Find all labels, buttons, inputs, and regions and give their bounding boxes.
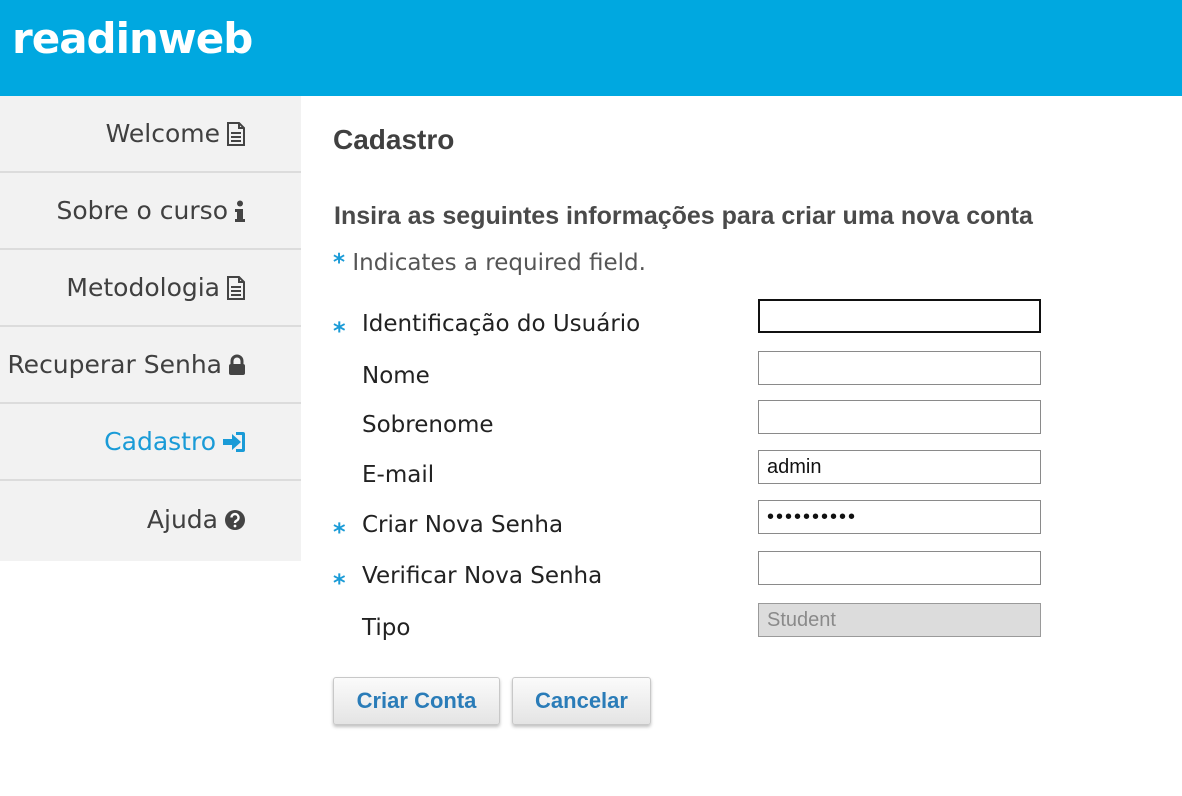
field-row-tipo: Tipo bbox=[333, 603, 1053, 655]
field-row-sobrenome: Sobrenome bbox=[333, 400, 1053, 452]
sidebar-item-label: Recuperar Senha bbox=[7, 350, 222, 379]
required-star: * bbox=[333, 317, 346, 345]
required-note: * Indicates a required field. bbox=[333, 250, 646, 276]
document-icon bbox=[226, 121, 246, 146]
sidebar-item-ajuda[interactable]: Ajuda bbox=[0, 481, 301, 558]
required-star: * bbox=[333, 569, 346, 597]
form-subtitle: Insira as seguintes informações para cri… bbox=[334, 202, 1033, 230]
field-row-nome: Nome bbox=[333, 351, 1053, 403]
sidebar-item-label: Metodologia bbox=[66, 273, 220, 302]
create-account-button[interactable]: Criar Conta bbox=[333, 677, 500, 725]
sidebar-item-label: Welcome bbox=[105, 119, 220, 148]
readinweb-logo[interactable]: readinweb bbox=[12, 14, 253, 63]
verify-password-label: Verificar Nova Senha bbox=[362, 563, 603, 589]
nome-label: Nome bbox=[362, 363, 430, 389]
sobrenome-input[interactable] bbox=[758, 400, 1041, 434]
cancel-button[interactable]: Cancelar bbox=[512, 677, 651, 725]
email-input[interactable] bbox=[758, 450, 1041, 484]
nome-input[interactable] bbox=[758, 351, 1041, 385]
field-row-email: E-mail bbox=[333, 450, 1053, 502]
sidebar: Welcome Sobre o curso Metodologia Recupe… bbox=[0, 96, 301, 561]
info-icon bbox=[234, 200, 246, 222]
email-label: E-mail bbox=[362, 462, 435, 488]
sidebar-item-metodologia[interactable]: Metodologia bbox=[0, 250, 301, 327]
page-title: Cadastro bbox=[333, 124, 455, 155]
user-id-input[interactable] bbox=[758, 299, 1041, 333]
field-row-user-id: * Identificação do Usuário bbox=[333, 299, 1053, 351]
verify-password-input[interactable] bbox=[758, 551, 1041, 585]
sidebar-item-cadastro[interactable]: Cadastro bbox=[0, 404, 301, 481]
sidebar-item-label: Cadastro bbox=[104, 427, 216, 456]
field-row-verify-password: * Verificar Nova Senha bbox=[333, 551, 1053, 603]
sidebar-item-sobre[interactable]: Sobre o curso bbox=[0, 173, 301, 250]
new-password-input[interactable] bbox=[758, 500, 1041, 534]
new-password-label: Criar Nova Senha bbox=[362, 512, 564, 538]
sidebar-item-welcome[interactable]: Welcome bbox=[0, 96, 301, 173]
question-circle-icon bbox=[224, 509, 246, 531]
sobrenome-label: Sobrenome bbox=[362, 412, 494, 438]
tipo-input bbox=[758, 603, 1041, 637]
sign-in-icon bbox=[222, 431, 246, 453]
required-star: * bbox=[333, 250, 346, 276]
user-id-label: Identificação do Usuário bbox=[362, 311, 641, 337]
top-bar: readinweb bbox=[0, 0, 1182, 96]
tipo-label: Tipo bbox=[362, 615, 411, 641]
required-note-text: Indicates a required field. bbox=[352, 250, 646, 276]
required-star: * bbox=[333, 518, 346, 546]
document-icon bbox=[226, 275, 246, 300]
sidebar-item-label: Sobre o curso bbox=[56, 196, 228, 225]
sidebar-item-recuperar-senha[interactable]: Recuperar Senha bbox=[0, 327, 301, 404]
field-row-new-password: * Criar Nova Senha bbox=[333, 500, 1053, 552]
sidebar-item-label: Ajuda bbox=[146, 505, 218, 534]
lock-icon bbox=[228, 354, 246, 376]
